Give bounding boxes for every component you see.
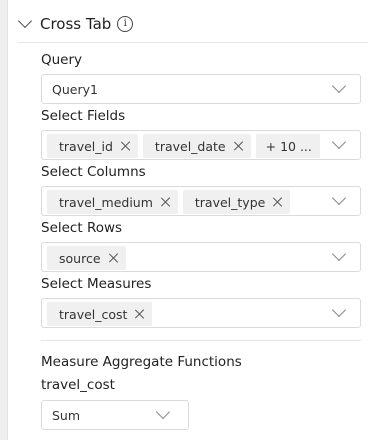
- chip-label: travel_type: [194, 194, 266, 210]
- more-fields-label: + 10 ...: [265, 138, 312, 154]
- info-icon[interactable]: i: [117, 16, 134, 32]
- more-fields-chip[interactable]: + 10 ...: [255, 134, 320, 158]
- chip-label: travel_medium: [59, 194, 153, 210]
- field-chip: travel_id: [47, 134, 138, 158]
- select-rows-input[interactable]: source: [41, 242, 361, 272]
- select-measures-input[interactable]: travel_cost: [41, 298, 361, 328]
- close-icon[interactable]: [134, 308, 146, 320]
- chip-label: travel_id: [59, 138, 113, 154]
- select-fields-input[interactable]: travel_id travel_date + 10 ...: [41, 130, 361, 160]
- aggregate-section-label: Measure Aggregate Functions: [41, 354, 242, 370]
- select-measures-label: Select Measures: [41, 276, 152, 292]
- chevron-down-icon[interactable]: [331, 134, 347, 150]
- panel-title: Cross Tab: [40, 15, 112, 33]
- aggregate-function-select[interactable]: Sum: [41, 400, 189, 430]
- chevron-down-icon[interactable]: [331, 246, 347, 262]
- chevron-down-icon[interactable]: [155, 404, 171, 420]
- query-value: Query1: [52, 82, 98, 97]
- left-rail: [0, 0, 8, 440]
- section-divider: [41, 340, 361, 341]
- query-label: Query: [41, 52, 83, 68]
- column-chip: travel_type: [182, 190, 291, 214]
- field-chip: travel_date: [142, 134, 251, 158]
- aggregate-function-value: Sum: [52, 408, 81, 423]
- measure-chip: travel_cost: [47, 302, 153, 326]
- close-icon[interactable]: [108, 252, 120, 264]
- column-chip: travel_medium: [47, 190, 178, 214]
- close-icon[interactable]: [160, 196, 172, 208]
- chip-label: source: [59, 250, 101, 266]
- chevron-down-icon[interactable]: [331, 190, 347, 206]
- chip-label: travel_cost: [59, 306, 128, 322]
- panel-header[interactable]: Cross Tab i: [17, 12, 134, 36]
- collapse-chevron-icon[interactable]: [17, 13, 33, 29]
- select-columns-input[interactable]: travel_medium travel_type: [41, 186, 361, 216]
- select-fields-label: Select Fields: [41, 108, 126, 124]
- chevron-down-icon[interactable]: [331, 302, 347, 318]
- row-chip: source: [47, 246, 126, 270]
- select-columns-label: Select Columns: [41, 164, 146, 180]
- close-icon[interactable]: [272, 196, 284, 208]
- query-select[interactable]: Query1: [41, 74, 361, 104]
- header-divider: [18, 42, 368, 43]
- close-icon[interactable]: [233, 140, 245, 152]
- chip-label: travel_date: [154, 138, 226, 154]
- select-rows-label: Select Rows: [41, 220, 123, 236]
- close-icon[interactable]: [120, 140, 132, 152]
- chevron-down-icon[interactable]: [331, 78, 347, 94]
- aggregate-measure-label: travel_cost: [41, 377, 115, 393]
